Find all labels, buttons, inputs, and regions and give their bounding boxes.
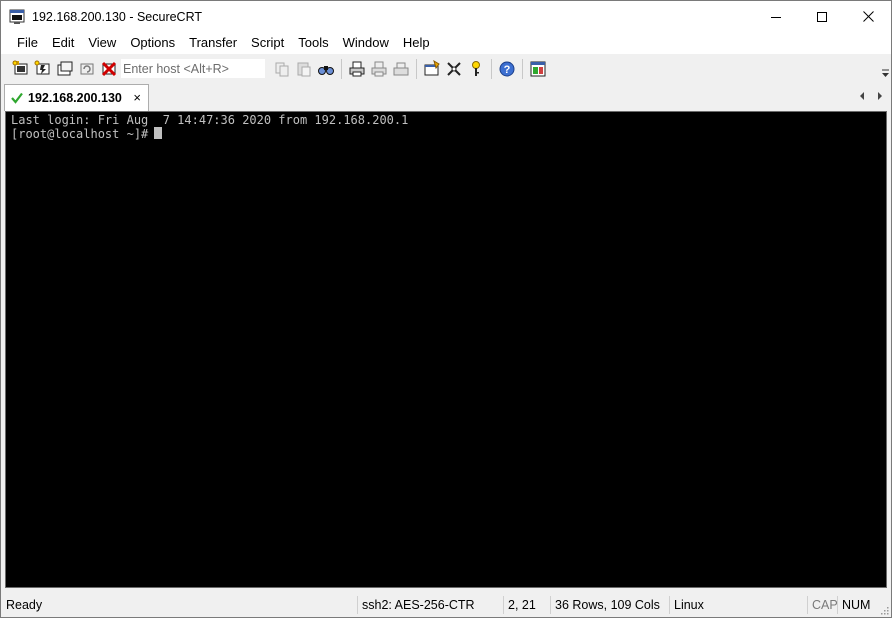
tab-scroll-right-icon[interactable] [876, 91, 884, 101]
terminal-screen[interactable]: Last login: Fri Aug 7 14:47:36 2020 from… [5, 111, 887, 588]
close-window-button[interactable] [845, 1, 891, 32]
securecrt-app-icon[interactable] [9, 9, 25, 25]
sftp-icon [530, 61, 546, 76]
status-cursor-position: 2, 21 [503, 596, 549, 614]
toolbar-separator [491, 58, 492, 79]
quick-connect-icon [34, 60, 50, 74]
connected-check-icon [11, 92, 23, 104]
toolbar-overflow-chevron-icon[interactable] [882, 69, 889, 79]
toolbar: ? [1, 55, 891, 82]
tab-scroll-left-icon[interactable] [858, 91, 866, 101]
enter-host-input[interactable] [121, 59, 265, 78]
session-options-button[interactable] [421, 58, 443, 80]
toolbar-separator [522, 58, 523, 79]
sftp-button[interactable] [527, 58, 549, 80]
minimize-button[interactable] [753, 1, 799, 32]
connect-in-tab-button[interactable] [54, 58, 76, 80]
status-terminal-size: 36 Rows, 109 Cols [550, 596, 664, 614]
status-num-lock: NUM [837, 596, 874, 614]
session-tab-strip: 192.168.200.130 × [1, 82, 891, 111]
menu-help[interactable]: Help [396, 32, 437, 54]
resize-grip-icon[interactable] [879, 605, 889, 615]
securecrt-window: 192.168.200.130 - SecureCRT File Edit Vi… [0, 0, 892, 618]
session-options-icon [424, 59, 440, 75]
shell-prompt: [root@localhost ~]# [11, 127, 149, 141]
terminal-line: [root@localhost ~]# [11, 127, 886, 141]
menu-bar: File Edit View Options Transfer Script T… [1, 32, 891, 54]
menu-transfer[interactable]: Transfer [182, 32, 244, 54]
copy-icon [275, 62, 289, 76]
print-selection-icon [371, 61, 387, 76]
toolbar-separator [341, 58, 342, 79]
svg-text:?: ? [504, 64, 511, 76]
menu-window[interactable]: Window [336, 32, 396, 54]
menu-script[interactable]: Script [244, 32, 291, 54]
print-icon [349, 61, 365, 76]
help-icon: ? [499, 61, 515, 76]
print-setup-icon [393, 62, 409, 75]
menu-edit[interactable]: Edit [45, 32, 81, 54]
global-options-icon [447, 61, 461, 76]
keymap-icon [472, 60, 480, 76]
minimize-icon [771, 16, 781, 18]
copy-button[interactable] [271, 58, 293, 80]
maximize-button[interactable] [799, 1, 845, 32]
reconnect-icon [80, 63, 94, 74]
terminal-cursor [154, 127, 163, 139]
connect-button[interactable] [10, 58, 32, 80]
tab-label: 192.168.200.130 [28, 91, 122, 105]
window-title: 192.168.200.130 - SecureCRT [32, 9, 203, 24]
status-bar: Ready ssh2: AES-256-CTR 2, 21 36 Rows, 1… [1, 593, 891, 617]
toolbar-separator [416, 58, 417, 79]
terminal-line: Last login: Fri Aug 7 14:47:36 2020 from… [11, 113, 409, 127]
paste-icon [297, 62, 311, 76]
tab-session-192-168-200-130[interactable]: 192.168.200.130 × [4, 84, 149, 111]
quick-connect-button[interactable] [32, 58, 54, 80]
connect-in-tab-icon [57, 61, 73, 75]
menu-tools[interactable]: Tools [291, 32, 335, 54]
title-bar[interactable]: 192.168.200.130 - SecureCRT [1, 1, 891, 32]
status-ready: Ready [6, 598, 43, 612]
keymap-button[interactable] [465, 58, 487, 80]
disconnect-button[interactable] [98, 58, 120, 80]
find-icon [318, 65, 334, 75]
connect-icon [12, 60, 28, 74]
print-button[interactable] [346, 58, 368, 80]
paste-button[interactable] [293, 58, 315, 80]
tab-close-button[interactable]: × [133, 90, 141, 105]
menu-file[interactable]: File [10, 32, 45, 54]
disconnect-icon [101, 61, 117, 76]
status-cipher: ssh2: AES-256-CTR [357, 596, 479, 614]
menu-view[interactable]: View [81, 32, 123, 54]
help-button[interactable]: ? [496, 58, 518, 80]
print-setup-button[interactable] [390, 58, 412, 80]
menu-options[interactable]: Options [123, 32, 182, 54]
print-selection-button[interactable] [368, 58, 390, 80]
close-icon [862, 11, 874, 22]
global-options-button[interactable] [443, 58, 465, 80]
reconnect-button[interactable] [76, 58, 98, 80]
find-button[interactable] [315, 58, 337, 80]
status-terminal-type: Linux [669, 596, 708, 614]
maximize-icon [817, 11, 827, 22]
